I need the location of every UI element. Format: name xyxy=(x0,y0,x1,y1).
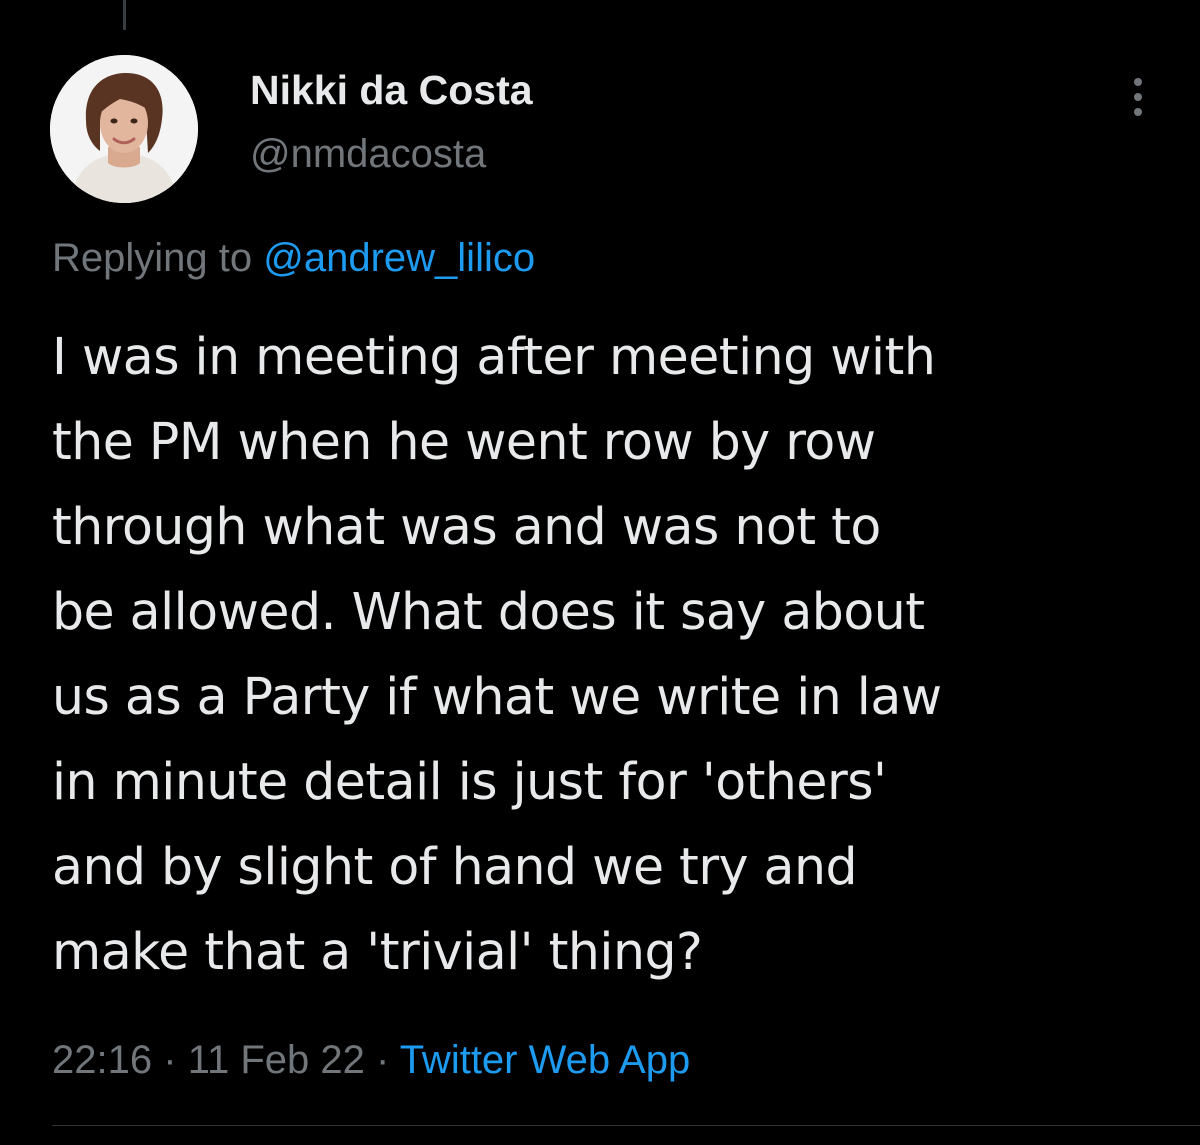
replying-to-mention-link[interactable]: @andrew_lilico xyxy=(263,236,535,280)
more-options-button[interactable] xyxy=(1118,72,1158,122)
author-display-name[interactable]: Nikki da Costa xyxy=(250,64,533,116)
tweet-text-line: make that a 'trivial' thing? xyxy=(52,922,703,981)
tweet-text-line: the PM when he went row by row xyxy=(52,412,876,471)
tweet-date-link[interactable]: 11 Feb 22 xyxy=(188,1038,365,1082)
author-handle[interactable]: @nmdacosta xyxy=(250,128,533,180)
divider xyxy=(52,1125,1200,1126)
tweet-metadata: 22:16 · 11 Feb 22 · Twitter Web App xyxy=(52,1034,690,1086)
tweet-text-line: us as a Party if what we write in law xyxy=(52,667,942,726)
tweet-text-line: I was in meeting after meeting with xyxy=(52,327,936,386)
tweet-time-link[interactable]: 22:16 xyxy=(52,1038,152,1082)
meta-separator: · xyxy=(375,1038,390,1082)
more-vertical-icon xyxy=(1134,108,1142,116)
tweet-source-link[interactable]: Twitter Web App xyxy=(400,1038,691,1082)
avatar[interactable] xyxy=(50,55,198,203)
thread-connector-line xyxy=(123,0,126,30)
author-info: Nikki da Costa @nmdacosta xyxy=(250,64,533,180)
avatar-photo xyxy=(50,55,198,203)
more-vertical-icon xyxy=(1134,93,1142,101)
meta-separator: · xyxy=(163,1038,177,1082)
more-vertical-icon xyxy=(1134,78,1142,86)
tweet-text-line: be allowed. What does it say about xyxy=(52,582,925,641)
tweet-text-line: and by slight of hand we try and xyxy=(52,837,858,896)
tweet-text-line: in minute detail is just for 'others' xyxy=(52,752,887,811)
replying-to-label: Replying to xyxy=(52,236,253,280)
tweet-body: I was in meeting after meeting with the … xyxy=(52,314,1172,994)
replying-to-line: Replying to @andrew_lilico xyxy=(52,232,535,284)
tweet-text-line: through what was and was not to xyxy=(52,497,881,556)
